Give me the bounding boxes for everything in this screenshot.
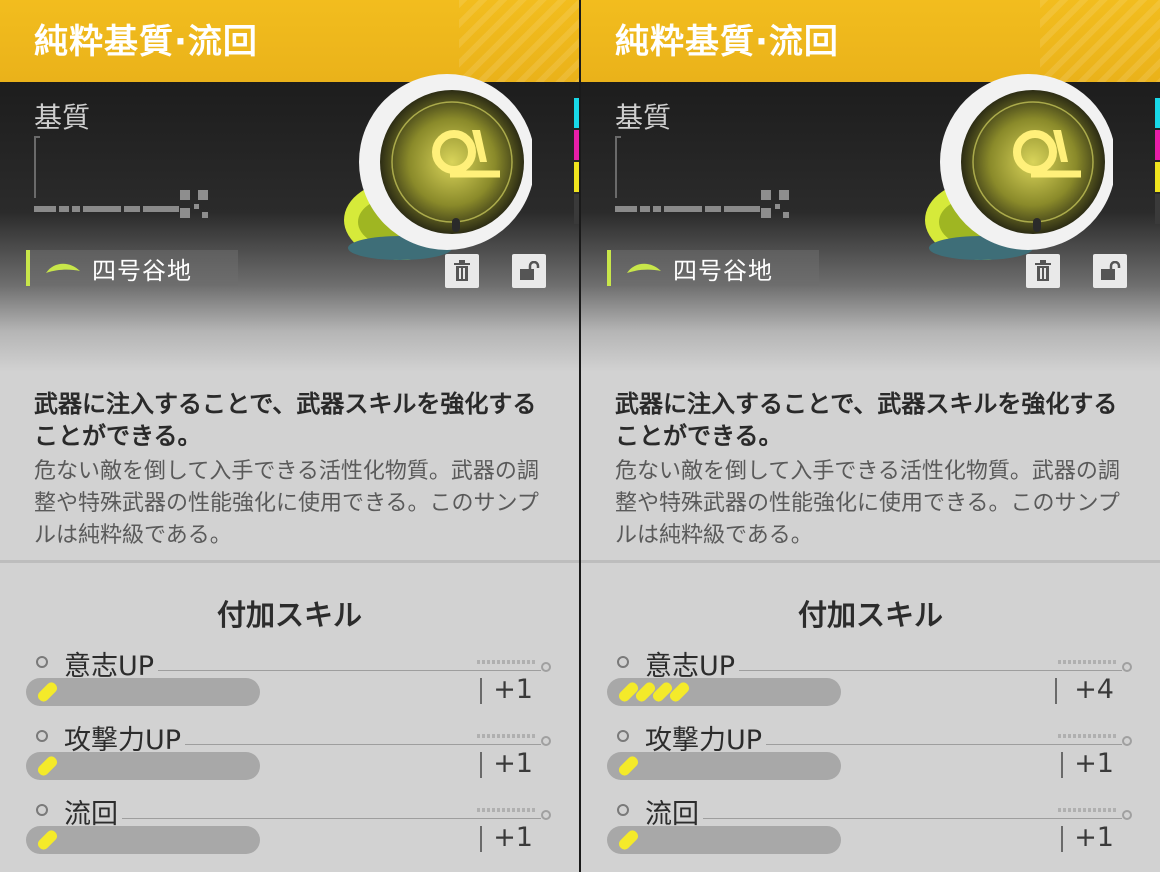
skill-value: +1 — [493, 748, 533, 779]
item-title: 純粋基質·流回 — [615, 22, 839, 62]
bullet-icon — [617, 804, 629, 816]
skill-rule — [645, 818, 1122, 819]
divider — [0, 560, 579, 563]
description-sub: 危ない敵を倒して入手できる活性化物質。武器の調整や特殊武器の性能強化に使用できる… — [615, 459, 1120, 548]
item-hero: 基質 四号谷地 — [581, 74, 1160, 372]
decor-line — [34, 136, 36, 198]
color-strip — [574, 98, 579, 226]
micro-text-decor — [477, 808, 535, 812]
skill-row: 流回 +1 — [0, 792, 579, 862]
separator — [1055, 678, 1057, 704]
circle-icon — [1122, 662, 1132, 672]
region-tag: 四号谷地 — [26, 250, 238, 286]
circle-icon — [1122, 810, 1132, 820]
skills-title: 付加スキル — [797, 598, 943, 632]
skill-value: +4 — [1074, 674, 1114, 705]
trash-icon — [1035, 260, 1051, 281]
item-description: 武器に注入することで、武器スキルを強化することができる。 危ない敵を倒して入手で… — [615, 388, 1127, 552]
skill-level-pip — [35, 754, 60, 778]
matrix-orb-icon — [344, 74, 532, 260]
skill-value: +1 — [1074, 748, 1114, 779]
bullet-icon — [617, 656, 629, 668]
skill-level-bar — [607, 826, 841, 854]
region-tag: 四号谷地 — [607, 250, 819, 286]
separator — [480, 826, 482, 852]
region-name: 四号谷地 — [92, 256, 192, 285]
separator — [1061, 752, 1063, 778]
color-strip — [1155, 98, 1160, 226]
bullet-icon — [617, 730, 629, 742]
circle-icon — [541, 662, 551, 672]
trash-button[interactable] — [445, 254, 479, 288]
skill-value: +1 — [493, 674, 533, 705]
description-main: 武器に注入することで、武器スキルを強化することができる。 — [615, 390, 1118, 450]
skill-value: +1 — [493, 822, 533, 853]
skill-level-pip — [616, 754, 641, 778]
qr-code-icon — [761, 190, 789, 218]
micro-text-decor — [1058, 808, 1116, 812]
description-main: 武器に注入することで、武器スキルを強化することができる。 — [34, 390, 537, 450]
skill-level-pip — [616, 828, 641, 852]
item-hero: 基質 四号谷地 — [0, 74, 579, 372]
skill-value: +1 — [1074, 822, 1114, 853]
skill-level-pip — [35, 680, 60, 704]
qr-code-icon — [180, 190, 208, 218]
section-label: 基質 — [615, 101, 672, 134]
skill-rule — [64, 818, 541, 819]
item-detail-panel-2: 純粋基質·流回 基質 四号谷地 武器に注入することで、武器スキルを強化することが… — [581, 0, 1160, 872]
micro-text-decor — [1058, 734, 1116, 738]
decor-tick — [615, 136, 621, 138]
leaf-icon — [46, 263, 80, 273]
micro-text-decor — [477, 734, 535, 738]
decor-tick — [34, 136, 40, 138]
trash-icon — [454, 260, 470, 281]
skill-row: 流回 +1 — [581, 792, 1160, 862]
skill-level-pip — [35, 828, 60, 852]
unlock-icon — [1101, 261, 1121, 280]
region-name: 四号谷地 — [673, 256, 773, 285]
divider — [581, 560, 1160, 563]
skill-level-pip — [667, 680, 692, 704]
micro-text-decor — [477, 660, 535, 664]
lock-toggle-button[interactable] — [512, 254, 546, 288]
trash-button[interactable] — [1026, 254, 1060, 288]
skill-level-bar — [26, 826, 260, 854]
skill-level-bar — [607, 752, 841, 780]
circle-icon — [541, 810, 551, 820]
circle-icon — [541, 736, 551, 746]
barcode-decor — [615, 206, 760, 212]
skill-level-bar — [607, 678, 841, 706]
bullet-icon — [36, 804, 48, 816]
item-description: 武器に注入することで、武器スキルを強化することができる。 危ない敵を倒して入手で… — [34, 388, 546, 552]
leaf-icon — [627, 263, 661, 273]
barcode-decor — [34, 206, 179, 212]
circle-icon — [1122, 736, 1132, 746]
skill-level-bar — [26, 678, 260, 706]
skill-row: 攻撃力UP +1 — [581, 718, 1160, 788]
skill-row: 攻撃力UP +1 — [0, 718, 579, 788]
matrix-orb-icon — [925, 74, 1113, 260]
unlock-icon — [520, 261, 540, 280]
skills-title: 付加スキル — [216, 598, 362, 632]
bullet-icon — [36, 730, 48, 742]
separator — [480, 678, 482, 704]
separator — [480, 752, 482, 778]
separator — [1061, 826, 1063, 852]
description-sub: 危ない敵を倒して入手できる活性化物質。武器の調整や特殊武器の性能強化に使用できる… — [34, 459, 539, 548]
micro-text-decor — [1058, 660, 1116, 664]
skill-row: 意志UP +1 — [0, 644, 579, 714]
skill-level-bar — [26, 752, 260, 780]
skill-row: 意志UP +4 — [581, 644, 1160, 714]
bullet-icon — [36, 656, 48, 668]
section-label: 基質 — [34, 101, 91, 134]
item-title: 純粋基質·流回 — [34, 22, 258, 62]
decor-line — [615, 136, 617, 198]
item-detail-panel-1: 純粋基質·流回 基質 四号谷地 武器に注入することで、武器スキルを強化することが… — [0, 0, 579, 872]
lock-toggle-button[interactable] — [1093, 254, 1127, 288]
